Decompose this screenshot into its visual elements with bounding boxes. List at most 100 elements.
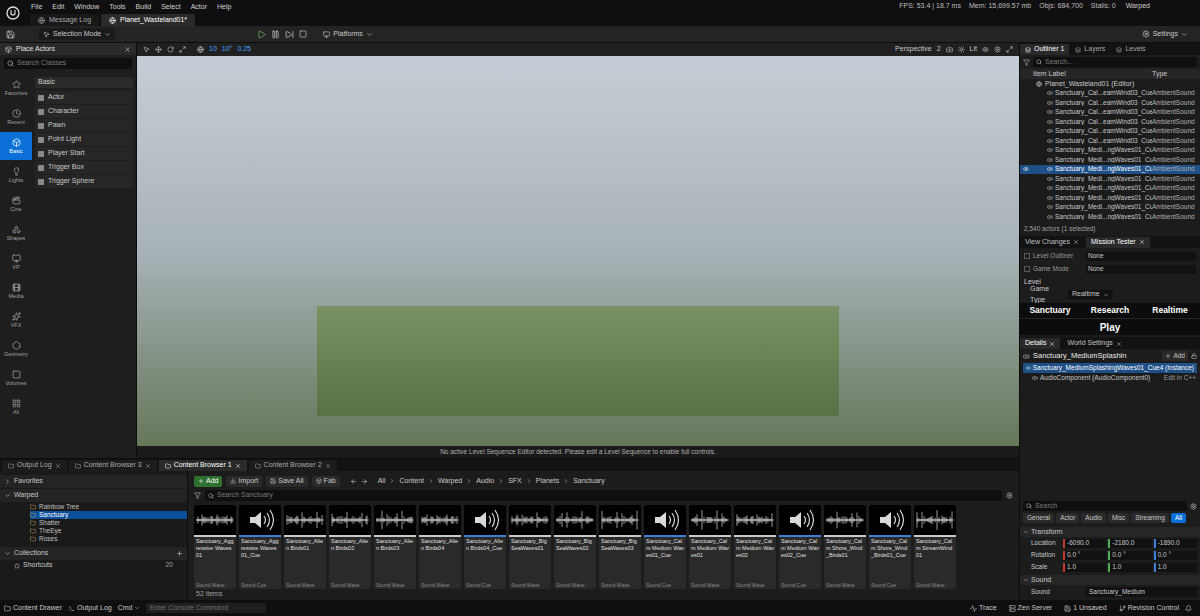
document-tab[interactable]: Message Log bbox=[30, 14, 99, 26]
menu-item[interactable]: Window bbox=[69, 3, 104, 10]
asset-tile[interactable]: Sanctuary_Alien Birds01Sound Wave bbox=[284, 505, 326, 589]
asset-tile[interactable]: Sanctuary_Alien Birds04_CueSound Cue bbox=[464, 505, 506, 589]
outliner-row[interactable]: Sanctuary_Medi...ngWaves01_Cue4AmbientSo… bbox=[1020, 165, 1200, 175]
number-field[interactable]: 1.0 bbox=[1154, 563, 1197, 572]
mission-tab[interactable]: View Changes bbox=[1020, 237, 1084, 248]
panel-tab[interactable]: Place Actors bbox=[0, 43, 136, 55]
folder-item[interactable]: Sanctuary bbox=[30, 511, 187, 519]
status-button[interactable]: Content Drawer bbox=[4, 603, 62, 614]
show-icon[interactable] bbox=[982, 46, 989, 53]
folder-item[interactable]: Rainbow Tree bbox=[30, 503, 187, 511]
menu-item[interactable]: Build bbox=[131, 3, 157, 10]
content-tab[interactable]: Output Log bbox=[2, 460, 67, 471]
outliner-row[interactable]: Sanctuary_Medi...ngWaves01_Cue7AmbientSo… bbox=[1020, 193, 1200, 203]
number-field[interactable]: -6090.0 bbox=[1063, 539, 1106, 548]
asset-search[interactable]: Search Sanctuary bbox=[205, 490, 1002, 501]
visibility-icon[interactable] bbox=[1023, 166, 1029, 172]
favorites-header[interactable]: Favorites bbox=[0, 475, 187, 488]
content-tab[interactable]: Content Browser 2 bbox=[249, 460, 337, 471]
field-value[interactable]: None bbox=[1086, 252, 1196, 261]
sound-asset-field[interactable]: Sanctuary_Medium bbox=[1086, 587, 1197, 597]
edit-link[interactable]: Edit in C++ bbox=[1164, 373, 1196, 383]
outliner-row[interactable]: Sanctuary_Medi...ngWaves01_CueAmbientSou… bbox=[1020, 146, 1200, 156]
menu-item[interactable]: File bbox=[26, 3, 47, 10]
camera-icon[interactable] bbox=[946, 46, 953, 53]
field-checkbox[interactable] bbox=[1024, 266, 1030, 272]
field-value[interactable]: None bbox=[1086, 265, 1196, 274]
actor-name[interactable]: Sanctuary_MediumSplashin bbox=[1033, 350, 1159, 361]
asset-tile[interactable]: Sanctuary_Calm Medium Waves01_CueSound C… bbox=[644, 505, 686, 589]
shortcuts-row[interactable]: Shortcuts20 bbox=[0, 560, 187, 571]
console-input[interactable]: Enter Console Command bbox=[146, 603, 266, 613]
outliner-search[interactable]: Search... bbox=[1033, 57, 1197, 67]
filter-tab[interactable]: All bbox=[1171, 513, 1186, 523]
section-header[interactable]: Sound bbox=[1020, 575, 1200, 585]
status-button[interactable]: Output Log bbox=[68, 603, 112, 614]
details-tab[interactable]: World Settings bbox=[1062, 338, 1126, 349]
search-field[interactable]: Search Classes bbox=[4, 58, 132, 69]
number-field[interactable]: 1.0 bbox=[1108, 563, 1151, 572]
menu-item[interactable]: Tools bbox=[104, 3, 130, 10]
collections-header[interactable]: Collections bbox=[0, 547, 187, 560]
outliner-row[interactable]: Sanctuary_Cal...eamWind03_Cue7AmbientSou… bbox=[1020, 136, 1200, 146]
category-button[interactable]: Favorites bbox=[0, 74, 32, 102]
menu-item[interactable]: Edit bbox=[47, 3, 69, 10]
details-settings-icon[interactable] bbox=[1190, 503, 1197, 510]
close-icon[interactable] bbox=[55, 463, 61, 469]
number-field[interactable]: 0.0 ° bbox=[1063, 551, 1106, 560]
stop-icon[interactable] bbox=[299, 30, 307, 38]
pause-icon[interactable] bbox=[271, 30, 280, 39]
breadcrumb-item[interactable]: Content bbox=[397, 476, 426, 487]
outliner-row[interactable]: Sanctuary_Medi...ngWaves01_Cue8AmbientSo… bbox=[1020, 203, 1200, 213]
camera-count[interactable]: 2 bbox=[937, 44, 941, 55]
folder-item[interactable]: Shatter bbox=[30, 519, 187, 527]
close-icon[interactable] bbox=[325, 463, 331, 469]
asset-tile[interactable]: Sanctuary_Calm Medium Waves02_CueSound C… bbox=[779, 505, 821, 589]
details-tab[interactable]: Details bbox=[1020, 338, 1060, 349]
viewport-settings-icon[interactable] bbox=[994, 46, 1001, 53]
component-row[interactable]: Sanctuary_MediumSplashingWaves01_Cue4 (I… bbox=[1023, 363, 1197, 373]
lighting-mode[interactable]: Lit bbox=[970, 44, 977, 55]
breadcrumb-item[interactable]: Planets bbox=[534, 476, 561, 487]
content-tab[interactable]: Content Browser 1 bbox=[159, 460, 247, 471]
number-field[interactable]: 1.0 bbox=[1063, 563, 1106, 572]
rotate-icon[interactable] bbox=[167, 46, 174, 53]
toolbar-button[interactable]: Import bbox=[226, 476, 262, 487]
actor-item[interactable]: Trigger Box bbox=[35, 161, 133, 174]
status-button[interactable]: Revision Control bbox=[1113, 603, 1179, 614]
filter-tab[interactable]: General bbox=[1023, 513, 1054, 523]
filter-tab[interactable]: Audio bbox=[1081, 513, 1106, 523]
mode-option[interactable]: Research bbox=[1080, 303, 1140, 318]
asset-tile[interactable]: Sanctuary_Alien Birds04Sound Wave bbox=[419, 505, 461, 589]
actor-item[interactable]: Point Light bbox=[35, 133, 133, 146]
category-button[interactable]: Media bbox=[0, 277, 32, 305]
play-icon[interactable] bbox=[257, 30, 266, 39]
breadcrumb-item[interactable]: SFX bbox=[506, 476, 524, 487]
category-button[interactable]: VP bbox=[0, 248, 32, 276]
category-button[interactable]: Basic bbox=[0, 132, 32, 160]
status-button[interactable]: 1 Unsaved bbox=[1058, 603, 1106, 614]
game-type-dropdown[interactable]: Realtime bbox=[1068, 290, 1113, 299]
maximize-icon[interactable] bbox=[1006, 46, 1013, 53]
asset-tile[interactable]: Sanctuary_Big SeaWaves01Sound Wave bbox=[509, 505, 551, 589]
scale-icon[interactable] bbox=[179, 46, 186, 53]
forward-icon[interactable] bbox=[361, 478, 368, 485]
outliner-tab[interactable]: Layers bbox=[1070, 44, 1110, 55]
view-options-icon[interactable] bbox=[1006, 492, 1013, 499]
breadcrumb-item[interactable]: Audio bbox=[474, 476, 496, 487]
breadcrumb-item[interactable]: Warped bbox=[436, 476, 464, 487]
outliner-row[interactable]: Sanctuary_Cal...eamWind03_Cue4AmbientSou… bbox=[1020, 108, 1200, 118]
category-button[interactable]: Cine bbox=[0, 190, 32, 218]
breadcrumb-item[interactable]: All bbox=[376, 476, 388, 487]
close-icon[interactable] bbox=[1116, 341, 1122, 347]
outliner-row[interactable]: Sanctuary_Medi...ngWaves01_Cue3AmbientSo… bbox=[1020, 155, 1200, 165]
filter-tab[interactable]: Streaming bbox=[1131, 513, 1169, 523]
actor-item[interactable]: Character bbox=[35, 105, 133, 118]
folder-item[interactable]: Roses bbox=[30, 535, 187, 543]
platforms-dropdown[interactable]: Platforms bbox=[319, 29, 377, 40]
asset-tile[interactable]: Sanctuary_Calm StreamWind01Sound Wave bbox=[914, 505, 956, 589]
skip-icon[interactable] bbox=[285, 30, 294, 39]
close-icon[interactable] bbox=[235, 463, 241, 469]
asset-tile[interactable]: Sanctuary_Alien Birds03Sound Wave bbox=[374, 505, 416, 589]
add-component-button[interactable]: Add bbox=[1162, 351, 1188, 361]
